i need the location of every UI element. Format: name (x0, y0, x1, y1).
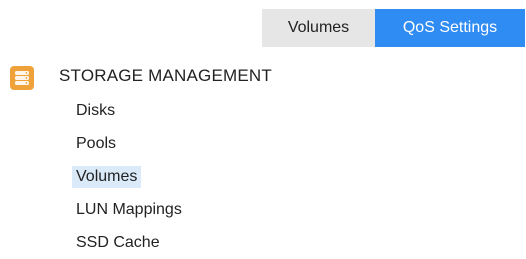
nav-link-volumes[interactable]: Volumes (72, 165, 142, 188)
section-title: STORAGE MANAGEMENT (59, 66, 272, 85)
nav-link-lun-mappings[interactable]: LUN Mappings (72, 199, 186, 221)
nav-item-ssd-cache: SSD Cache (8, 226, 508, 259)
section-header: STORAGE MANAGEMENT (8, 62, 508, 90)
tab-volumes[interactable]: Volumes (262, 9, 375, 47)
storage-database-icon (10, 66, 34, 90)
tab-qos-settings[interactable]: QoS Settings (375, 9, 525, 47)
nav-link-ssd-cache[interactable]: SSD Cache (72, 232, 164, 254)
storage-management-section: STORAGE MANAGEMENT Disks Pools Volumes L… (8, 62, 508, 259)
nav-item-lun-mappings: LUN Mappings (8, 193, 508, 226)
nav-link-disks[interactable]: Disks (72, 100, 119, 122)
storage-nav-list: Disks Pools Volumes LUN Mappings SSD Cac… (8, 94, 508, 259)
nav-item-pools: Pools (8, 127, 508, 160)
nav-item-disks: Disks (8, 94, 508, 127)
nav-item-volumes: Volumes (8, 160, 508, 193)
tab-bar: Volumes QoS Settings (262, 9, 525, 47)
nav-link-pools[interactable]: Pools (72, 133, 120, 155)
